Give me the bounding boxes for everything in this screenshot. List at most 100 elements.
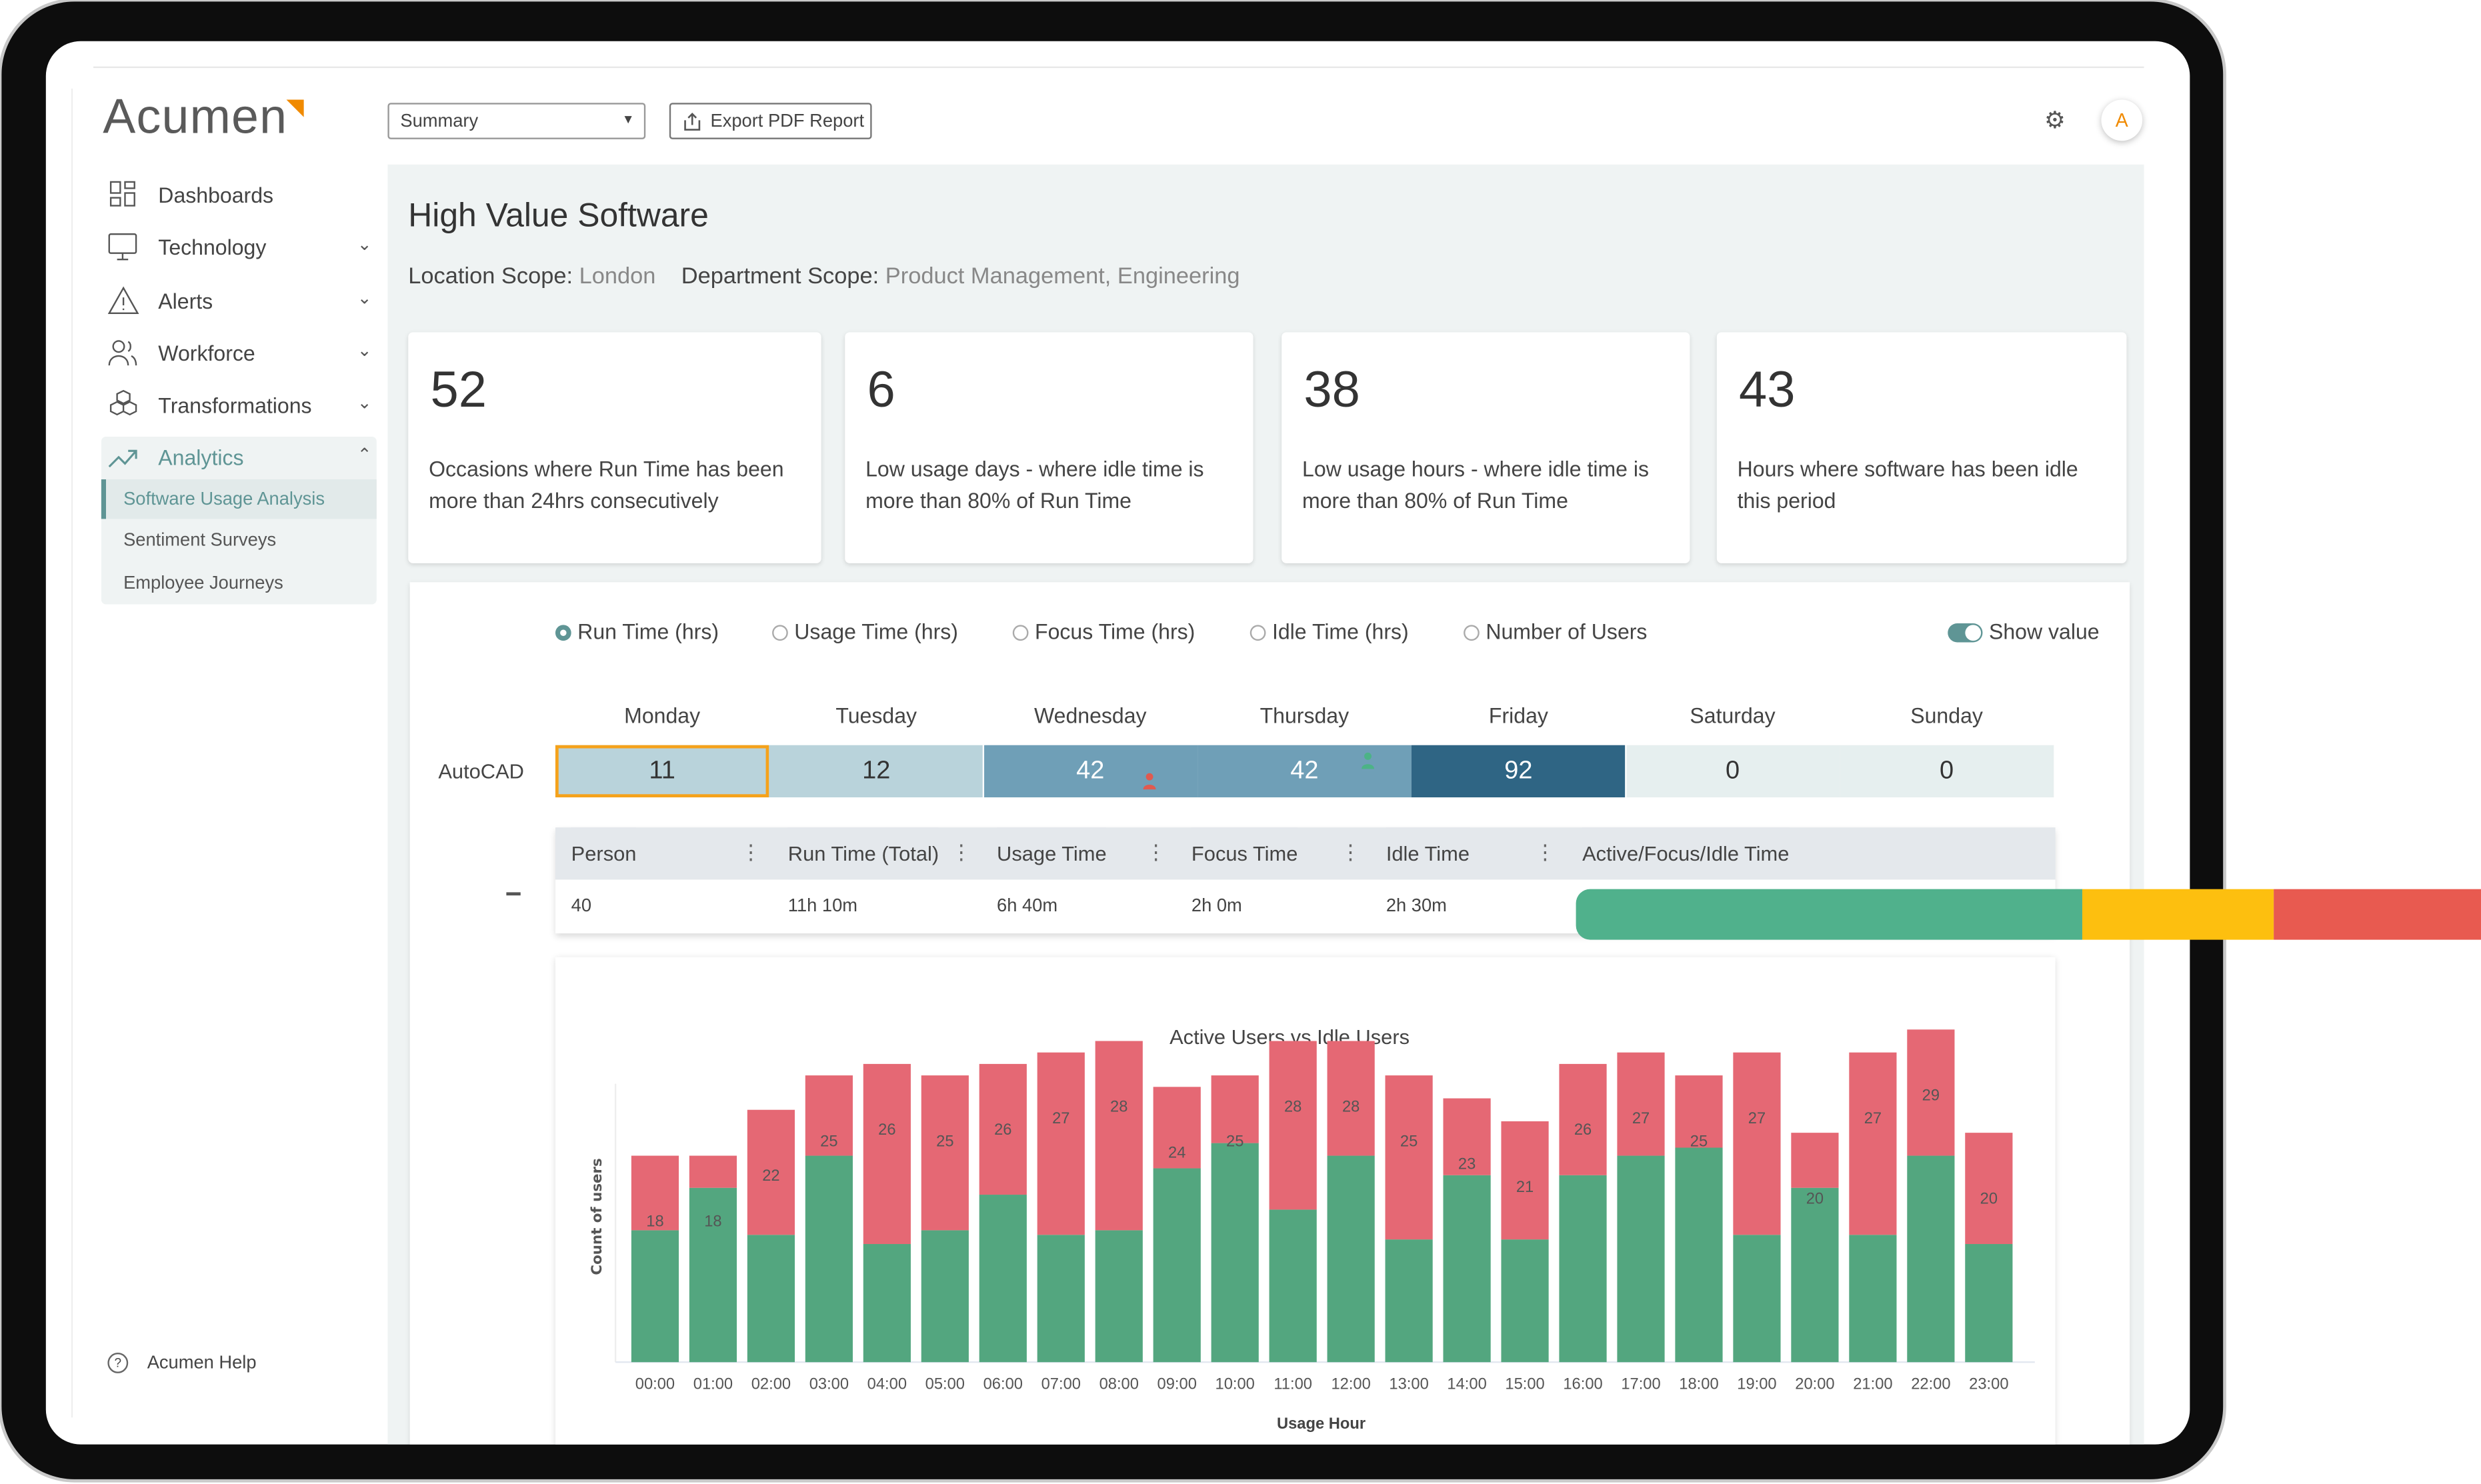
scope-line: Location Scope: London Department Scope:… bbox=[408, 264, 1239, 289]
column-menu-icon[interactable]: ⋮ bbox=[951, 840, 971, 865]
sidebar-item-workforce[interactable]: Workforce ⌄ bbox=[106, 332, 378, 373]
bar-idle-segment bbox=[1269, 1041, 1317, 1210]
bar-idle-segment bbox=[921, 1075, 969, 1231]
heatmap-value: 0 bbox=[1940, 757, 1954, 784]
day-header: Monday bbox=[624, 704, 701, 728]
chevron-down-icon[interactable]: ⌄ bbox=[357, 288, 372, 308]
x-tick-label: 11:00 bbox=[1274, 1376, 1312, 1393]
metric-radio-label: Number of Users bbox=[1486, 620, 1648, 644]
metric-radio[interactable]: Run Time (hrs) bbox=[555, 620, 719, 644]
stat-card: 43 Hours where software has been idle th… bbox=[1716, 332, 2127, 563]
chevron-up-icon[interactable]: ⌃ bbox=[357, 445, 372, 465]
dashboard-grid-icon bbox=[106, 179, 141, 210]
heatmap-cell[interactable]: 11 bbox=[555, 745, 769, 798]
chevron-down-icon[interactable]: ⌄ bbox=[357, 340, 372, 361]
export-pdf-button[interactable]: Export PDF Report bbox=[669, 103, 872, 139]
sidebar-subitem-software-usage-analysis[interactable]: Software Usage Analysis bbox=[101, 479, 377, 519]
column-header[interactable]: Usage Time bbox=[997, 827, 1107, 880]
x-tick-label: 19:00 bbox=[1737, 1376, 1776, 1393]
bar-value-label: 27 bbox=[1632, 1110, 1650, 1127]
heatmap-cell[interactable]: 92 bbox=[1412, 745, 1626, 798]
column-menu-icon[interactable]: ⋮ bbox=[1340, 840, 1361, 865]
metric-radio[interactable]: Number of Users bbox=[1464, 620, 1647, 644]
trending-up-icon bbox=[106, 441, 141, 473]
view-select[interactable]: Summary ▼ bbox=[387, 103, 646, 139]
x-tick-label: 21:00 bbox=[1853, 1376, 1892, 1393]
metric-radio-label: Focus Time (hrs) bbox=[1035, 620, 1195, 644]
sidebar-subitem-sentiment-surveys[interactable]: Sentiment Surveys bbox=[101, 521, 377, 560]
heatmap-cell[interactable]: 42 bbox=[983, 745, 1197, 799]
sidebar-item-label: Technology bbox=[158, 235, 267, 259]
bar-value-label: 25 bbox=[820, 1133, 837, 1150]
metric-radio[interactable]: Focus Time (hrs) bbox=[1012, 620, 1195, 644]
metric-radio[interactable]: Idle Time (hrs) bbox=[1250, 620, 1409, 644]
column-header[interactable]: Person bbox=[571, 827, 637, 880]
column-header[interactable]: Run Time (Total) bbox=[787, 827, 939, 880]
x-tick-label: 10:00 bbox=[1215, 1376, 1255, 1393]
column-menu-icon[interactable]: ⋮ bbox=[1535, 840, 1556, 865]
activity-segment-active bbox=[1576, 889, 2082, 940]
column-header[interactable]: Focus Time bbox=[1191, 827, 1298, 880]
bar-value-label: 20 bbox=[1806, 1190, 1824, 1207]
warning-triangle-icon bbox=[106, 285, 141, 316]
help-label: Acumen Help bbox=[147, 1353, 257, 1373]
sidebar-item-technology[interactable]: Technology ⌄ bbox=[106, 226, 378, 267]
sidebar-item-alerts[interactable]: Alerts ⌄ bbox=[106, 280, 378, 321]
bar-active-segment bbox=[979, 1195, 1027, 1363]
heatmap-cell[interactable]: 12 bbox=[769, 745, 983, 798]
metric-radio-label: Idle Time (hrs) bbox=[1272, 620, 1409, 644]
x-tick-label: 06:00 bbox=[983, 1376, 1023, 1393]
sidebar-item-analytics[interactable]: Analytics ⌃ bbox=[106, 437, 378, 478]
bar-active-segment bbox=[1791, 1187, 1839, 1363]
person-marker-icon bbox=[1141, 771, 1155, 799]
heatmap-value: 0 bbox=[1725, 757, 1740, 784]
settings-gear-icon[interactable]: ⚙ bbox=[2044, 106, 2066, 134]
sidebar-item-label: Alerts bbox=[158, 289, 213, 313]
chevron-down-icon[interactable]: ⌄ bbox=[357, 234, 372, 255]
app-screen: Acumen Software Usage Analysis Sentiment… bbox=[45, 41, 2190, 1445]
show-value-toggle[interactable] bbox=[1948, 623, 1983, 643]
help-circle-icon: ? bbox=[107, 1352, 129, 1373]
day-header: Saturday bbox=[1690, 704, 1776, 728]
bar-value-label: 25 bbox=[936, 1133, 953, 1150]
sidebar-item-dashboards[interactable]: Dashboards bbox=[106, 174, 378, 215]
collapse-row-icon[interactable] bbox=[506, 892, 521, 896]
active-vs-idle-chart: Active Users vs Idle UsersCount of users… bbox=[589, 1025, 2035, 1433]
stat-description: Occasions where Run Time has been more t… bbox=[429, 457, 784, 513]
activity-segment-idle bbox=[2274, 889, 2481, 940]
heatmap-cell[interactable]: 0 bbox=[1626, 745, 1840, 798]
sidebar-item-label: Analytics bbox=[158, 445, 244, 469]
help-link[interactable]: ? Acumen Help bbox=[107, 1352, 257, 1373]
export-label: Export PDF Report bbox=[710, 111, 865, 131]
day-header: Friday bbox=[1488, 704, 1548, 728]
heatmap-cell[interactable]: 0 bbox=[1840, 745, 2054, 798]
heatmap-cell[interactable]: 42 bbox=[1197, 745, 1412, 798]
bar-idle-segment bbox=[1095, 1041, 1143, 1231]
sidebar-item-transformations[interactable]: Transformations ⌄ bbox=[106, 385, 378, 426]
bar-active-segment bbox=[1733, 1235, 1781, 1363]
column-menu-icon[interactable]: ⋮ bbox=[741, 840, 761, 865]
activity-segment-focus bbox=[2082, 889, 2274, 940]
bar-active-segment bbox=[747, 1235, 795, 1363]
column-header[interactable]: Idle Time bbox=[1386, 827, 1470, 880]
show-value-label: Show value bbox=[1988, 620, 2100, 644]
bar-active-segment bbox=[1211, 1143, 1259, 1363]
chevron-down-icon[interactable]: ⌄ bbox=[357, 393, 372, 413]
sidebar-subitem-employee-journeys[interactable]: Employee Journeys bbox=[101, 563, 377, 603]
bar-value-label: 25 bbox=[1226, 1133, 1244, 1150]
bar-value-label: 26 bbox=[878, 1121, 895, 1139]
bar-active-segment bbox=[1617, 1155, 1665, 1363]
bar-active-segment bbox=[1095, 1230, 1143, 1363]
radio-circle-icon bbox=[1464, 624, 1480, 640]
column-header[interactable]: Active/Focus/Idle Time bbox=[1582, 827, 1790, 880]
user-avatar[interactable]: A bbox=[2101, 99, 2143, 141]
tablet-frame: Acumen Software Usage Analysis Sentiment… bbox=[1, 1, 2224, 1479]
x-tick-label: 08:00 bbox=[1099, 1376, 1139, 1393]
day-header: Tuesday bbox=[835, 704, 917, 728]
bar-value-label: 28 bbox=[1284, 1099, 1302, 1116]
bar-idle-segment bbox=[1965, 1133, 2013, 1245]
column-menu-icon[interactable]: ⋮ bbox=[1145, 840, 1166, 865]
x-tick-label: 18:00 bbox=[1679, 1376, 1718, 1393]
bar-idle-segment bbox=[1617, 1052, 1665, 1156]
metric-radio[interactable]: Usage Time (hrs) bbox=[772, 620, 958, 644]
